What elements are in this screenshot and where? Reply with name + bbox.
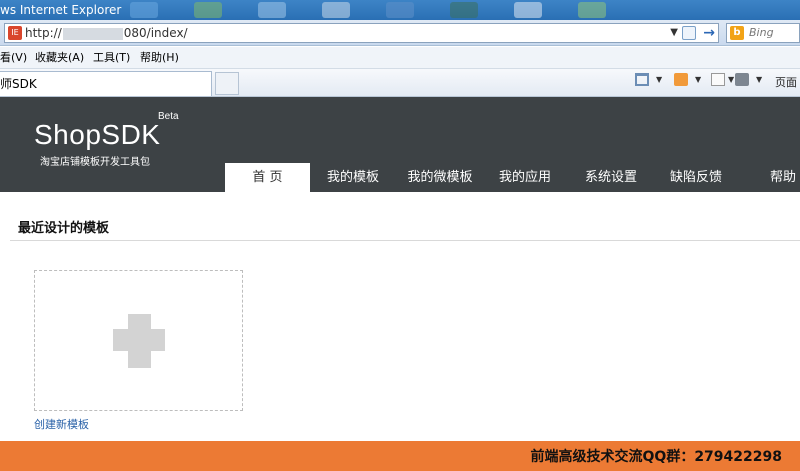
taskbar-app-icon[interactable] [258,2,286,18]
address-row: IE http:// 080/index/ ▼ → b Bing [0,20,800,46]
beta-badge: Beta [158,111,179,122]
mail-icon[interactable] [711,73,725,86]
home-icon[interactable] [635,73,649,86]
taskbar-app-icon[interactable] [194,2,222,18]
nav-bug-feedback[interactable]: 缺陷反馈 [659,163,733,192]
menu-tools[interactable]: 工具(T) [93,47,130,69]
tab-bar: 师SDK ▼ ▼ ▼ ▼ 页面( [0,69,800,111]
taskbar-app-icon[interactable] [322,2,350,18]
page-menu[interactable]: 页面( [775,72,800,111]
window-title-bar: ws Internet Explorer [0,0,800,20]
nav-my-apps[interactable]: 我的应用 [488,163,562,192]
address-bar[interactable]: IE http:// 080/index/ ▼ → [4,23,719,43]
nav-my-templates[interactable]: 我的模板 [315,163,391,192]
section-divider [10,240,800,241]
print-icon[interactable] [735,73,749,86]
taskbar-app-icon[interactable] [450,2,478,18]
nav-system-settings[interactable]: 系统设置 [574,163,648,192]
address-dropdown-icon[interactable]: ▼ [670,24,678,42]
feeds-dropdown-icon[interactable]: ▼ [695,69,701,91]
site-logo[interactable]: ShopSDK [34,119,160,151]
footer-banner: 前端高级技术交流QQ群：279422298 [0,441,800,471]
url-prefix: http:// [25,26,62,40]
search-placeholder: Bing [749,26,774,39]
nav-my-micro-templates[interactable]: 我的微模板 [400,163,480,192]
section-title: 最近设计的模板 [18,221,110,236]
bing-icon: b [730,26,744,40]
taskbar-app-icon[interactable] [514,2,542,18]
taskbar-app-icon[interactable] [578,2,606,18]
nav-home[interactable]: 首 页 [225,163,310,192]
create-template-card[interactable] [34,270,243,411]
browser-tab[interactable]: 师SDK [0,71,212,96]
menu-view[interactable]: 看(V) [0,47,27,69]
go-arrow-icon[interactable]: → [703,24,715,42]
compat-view-icon[interactable] [682,26,696,40]
menu-help[interactable]: 帮助(H) [140,47,179,69]
url-redacted [62,27,123,40]
taskbar-app-icon[interactable] [130,2,158,18]
page-icon: IE [8,26,22,40]
feeds-icon[interactable] [674,73,688,86]
search-box[interactable]: b Bing [726,23,800,43]
create-template-link[interactable]: 创建新模板 [34,416,89,432]
main-nav: 首 页 我的模板 我的微模板 我的应用 系统设置 缺陷反馈 帮助 [0,163,800,192]
footer-text: 前端高级技术交流QQ群：279422298 [530,449,782,465]
print-dropdown-icon[interactable]: ▼ [756,69,762,91]
mail-dropdown-icon[interactable]: ▼ [728,69,734,91]
taskbar-icons [130,2,606,18]
home-dropdown-icon[interactable]: ▼ [656,69,662,91]
menu-favorites[interactable]: 收藏夹(A) [35,47,84,69]
taskbar-app-icon[interactable] [386,2,414,18]
url-suffix: 080/index/ [123,26,188,40]
tab-title: 师SDK [0,77,37,91]
plus-icon-bar [113,329,165,351]
nav-help[interactable]: 帮助 [760,163,800,192]
window-title: ws Internet Explorer [0,3,122,17]
menu-bar: 看(V) 收藏夹(A) 工具(T) 帮助(H) [0,47,800,69]
new-tab-button[interactable] [215,72,239,95]
